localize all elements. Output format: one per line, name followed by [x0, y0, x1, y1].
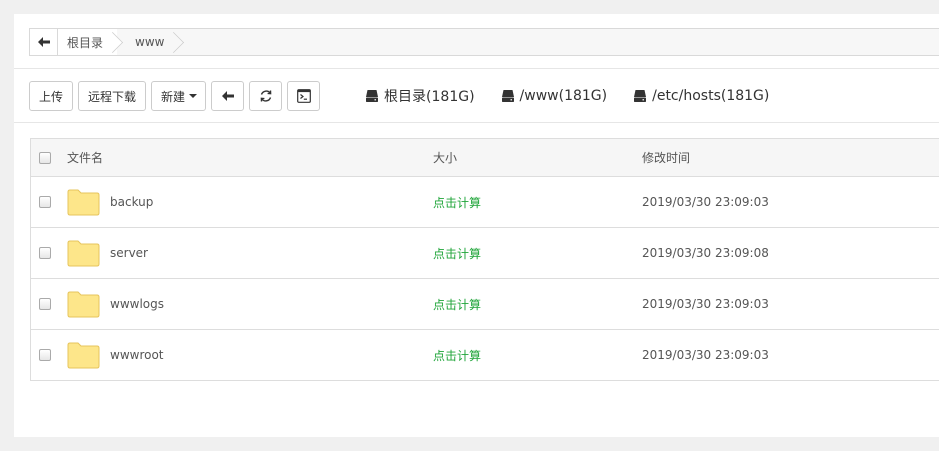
file-name[interactable]: backup — [110, 195, 153, 209]
name-cell: backup — [67, 189, 153, 216]
arrow-left-icon — [37, 37, 50, 47]
breadcrumb-item-root[interactable]: 根目录 — [58, 29, 118, 55]
table-header-row: 文件名 大小 修改时间 — [31, 139, 939, 177]
name-cell: server — [67, 240, 148, 267]
modified-time: 2019/03/30 23:09:03 — [642, 348, 769, 362]
disk-label: 根目录(181G) — [384, 89, 475, 105]
terminal-button[interactable] — [287, 81, 321, 111]
file-name[interactable]: wwwlogs — [110, 297, 164, 311]
calc-size-link[interactable]: 点击计算 — [433, 245, 481, 262]
file-name[interactable]: wwwroot — [110, 348, 164, 362]
folder-icon[interactable] — [67, 189, 100, 216]
name-cell: wwwroot — [67, 342, 164, 369]
hdd-icon — [366, 90, 379, 102]
breadcrumb: 根目录 www — [29, 28, 939, 56]
row-checkbox[interactable] — [39, 298, 51, 310]
hdd-icon — [634, 90, 647, 102]
breadcrumb-label: www — [135, 35, 165, 49]
disk-label: /etc/hosts(181G) — [652, 88, 770, 104]
table-row[interactable]: wwwlogs 点击计算 2019/03/30 23:09:03 — [31, 279, 939, 330]
terminal-icon — [296, 89, 311, 103]
divider — [14, 68, 939, 69]
folder-icon[interactable] — [67, 291, 100, 318]
breadcrumb-back-button[interactable] — [30, 29, 58, 55]
breadcrumb-item-www[interactable]: www — [117, 29, 178, 55]
file-name[interactable]: server — [110, 246, 148, 260]
file-table: 文件名 大小 修改时间 backup 点击计算 2019/03/30 23:09… — [30, 138, 939, 381]
calc-size-link[interactable]: 点击计算 — [433, 194, 481, 211]
select-all-checkbox[interactable] — [39, 151, 51, 164]
remote-download-button[interactable]: 远程下载 — [78, 81, 147, 111]
disk-label: /www(181G) — [519, 88, 608, 104]
header-size[interactable]: 大小 — [433, 149, 457, 166]
table-row[interactable]: server 点击计算 2019/03/30 23:09:08 — [31, 228, 939, 279]
disk-www-link[interactable]: /www(181G) — [501, 88, 608, 104]
arrow-left-icon — [221, 91, 234, 101]
calc-size-link[interactable]: 点击计算 — [433, 347, 481, 364]
folder-icon[interactable] — [67, 240, 100, 267]
calc-size-link[interactable]: 点击计算 — [433, 296, 481, 313]
row-checkbox[interactable] — [39, 247, 51, 259]
new-dropdown-button[interactable]: 新建 — [151, 81, 207, 111]
upload-button[interactable]: 上传 — [29, 81, 74, 111]
new-label: 新建 — [161, 89, 186, 104]
table-row[interactable]: backup 点击计算 2019/03/30 23:09:03 — [31, 177, 939, 228]
file-manager-panel: 根目录 www 上传 远程下载 新建 根目录(181G) /www(181G) … — [14, 14, 939, 437]
modified-time: 2019/03/30 23:09:03 — [642, 297, 769, 311]
disk-hosts-link[interactable]: /etc/hosts(181G) — [633, 88, 769, 104]
modified-time: 2019/03/30 23:09:03 — [642, 195, 769, 209]
divider — [14, 122, 939, 123]
breadcrumb-label: 根目录 — [67, 35, 104, 50]
table-row[interactable]: wwwroot 点击计算 2019/03/30 23:09:03 — [31, 330, 939, 381]
refresh-button[interactable] — [249, 81, 283, 111]
disk-root-link[interactable]: 根目录(181G) — [365, 86, 475, 106]
refresh-icon — [260, 90, 271, 102]
caret-down-icon — [189, 94, 198, 98]
header-name[interactable]: 文件名 — [67, 149, 103, 166]
row-checkbox[interactable] — [39, 349, 51, 361]
toolbar: 上传 远程下载 新建 根目录(181G) /www(181G) /etc/hos… — [29, 81, 769, 111]
back-button[interactable] — [211, 81, 245, 111]
hdd-icon — [501, 90, 514, 102]
modified-time: 2019/03/30 23:09:08 — [642, 246, 769, 260]
folder-icon[interactable] — [67, 342, 100, 369]
row-checkbox[interactable] — [39, 196, 51, 208]
header-time[interactable]: 修改时间 — [642, 149, 690, 166]
name-cell: wwwlogs — [67, 291, 164, 318]
